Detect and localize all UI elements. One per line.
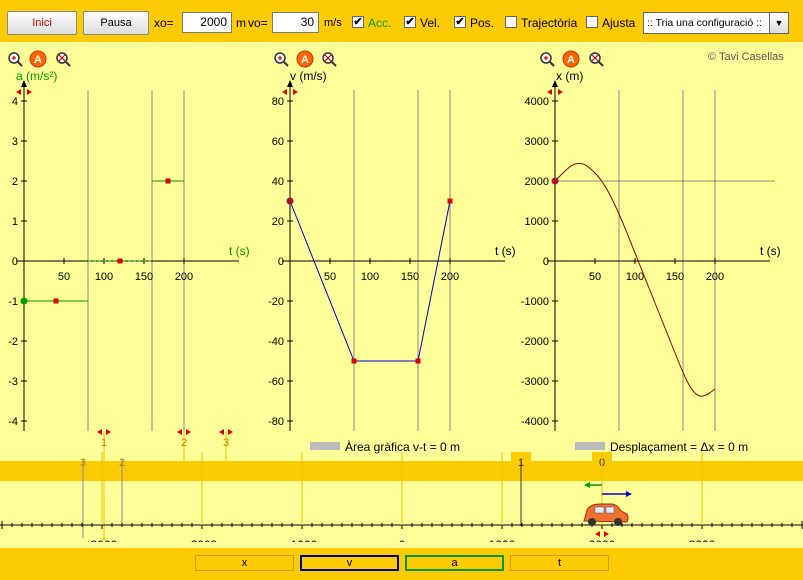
displacement-swatch (575, 442, 605, 450)
data-point (447, 198, 453, 204)
y-tick-label: 2000 (525, 176, 549, 188)
y-axis-label: a (m/s²) (16, 69, 57, 83)
v-button[interactable]: v (300, 555, 399, 571)
acceleration-arrow-icon (584, 482, 602, 488)
zoom-out-icon[interactable] (589, 52, 604, 67)
zoom-in-icon[interactable] (8, 52, 23, 67)
x-tick-label: 200 (441, 271, 459, 283)
y-tick-label: -2 (8, 336, 18, 348)
y-tick-label: -60 (268, 376, 284, 388)
y-tick-label: 80 (272, 96, 284, 108)
y-tick-label: 60 (272, 136, 284, 148)
y-tick-label: 1 (12, 216, 18, 228)
x-tick-label: 200 (706, 271, 724, 283)
data-point (117, 258, 123, 264)
y-tick-label: 0 (278, 256, 284, 268)
phase-marker-3: 3 (223, 437, 229, 449)
svg-text:A: A (34, 54, 42, 66)
data-point (415, 358, 421, 364)
y-tick-label: -3 (8, 376, 18, 388)
simulation-app: Inici Pausa xo= 2000 m vo= 30 m/s ✔ Acc.… (0, 0, 803, 580)
start-point (20, 297, 28, 305)
auto-scale-icon[interactable]: A (562, 50, 580, 68)
velocity-arrow-icon (602, 491, 632, 497)
auto-scale-icon[interactable]: A (296, 50, 314, 68)
track-tick-label: -2000 (187, 538, 218, 542)
x-axis-label: t (s) (229, 244, 250, 258)
x-button[interactable]: x (195, 555, 294, 571)
x-tick-label: 100 (361, 271, 379, 283)
x-tick-label: 50 (324, 271, 336, 283)
y-tick-label: -80 (268, 416, 284, 428)
track-tick-label: -1000 (287, 538, 318, 542)
y-tick-label: -20 (268, 296, 284, 308)
t-button[interactable]: t (510, 555, 609, 571)
a-button[interactable]: a (405, 555, 504, 571)
svg-text:A: A (301, 54, 309, 66)
bottom-bar (0, 548, 803, 580)
x-tick-label: 50 (58, 271, 70, 283)
phase-marker-2: 2 (181, 437, 187, 449)
y-tick-label: 3 (12, 136, 18, 148)
y-tick-label: -3000 (521, 376, 549, 388)
x-tick-label: 150 (666, 271, 684, 283)
y-tick-label: -1000 (521, 296, 549, 308)
track-tick-label: 1000 (489, 538, 516, 542)
zoom-out-icon[interactable] (322, 52, 337, 67)
zoom-in-icon[interactable] (540, 52, 555, 67)
y-tick-label: 4 (12, 96, 18, 108)
x-tick-label: 200 (175, 271, 193, 283)
y-tick-label: 4000 (525, 96, 549, 108)
y-tick-label: 3000 (525, 136, 549, 148)
y-axis-label: v (m/s) (290, 69, 327, 83)
y-tick-label: -4 (8, 416, 18, 428)
track-tick-label: 3000 (689, 538, 716, 542)
y-tick-label: 0 (543, 256, 549, 268)
data-point (165, 178, 171, 184)
track-tick-label: 2000 (589, 538, 616, 542)
y-axis-label: x (m) (556, 69, 583, 83)
data-point (53, 298, 59, 304)
auto-scale-icon[interactable]: A (29, 50, 47, 68)
velocity-graph[interactable]: 806040200-20-40-60-8050 100 150 200v (m/s)t… (268, 69, 516, 431)
y-tick-label: -2000 (521, 336, 549, 348)
x-tick-label: 100 (626, 271, 644, 283)
track-tick-label: -3000 (87, 538, 118, 542)
x-axis-label: t (s) (760, 244, 781, 258)
y-tick-label: 2 (12, 176, 18, 188)
car-icon[interactable] (583, 503, 629, 526)
start-point (551, 177, 559, 185)
y-tick-label: 40 (272, 176, 284, 188)
data-point (351, 358, 357, 364)
acceleration-graph[interactable]: 4 3 2 1 0 -1 -2 -3 -4 50 100 150 200 a (m/s²) t (s) (8, 69, 250, 431)
zoom-out-icon[interactable] (56, 52, 71, 67)
x-tick-label: 100 (95, 271, 113, 283)
area-swatch (310, 442, 340, 450)
y-tick-label: 0 (12, 256, 18, 268)
x-tick-label: 150 (135, 271, 153, 283)
y-tick-label: -40 (268, 336, 284, 348)
x-tick-label: 150 (401, 271, 419, 283)
y-tick-label: 1000 (525, 216, 549, 228)
x-axis-label: t (s) (495, 244, 516, 258)
track-canvas: 3 2 1 0 -3000-2000-10000100020003000 (0, 452, 803, 542)
y-tick-label: -4000 (521, 416, 549, 428)
track-tick-label: 0 (399, 538, 406, 542)
phase-marker-1: 1 (101, 437, 107, 449)
x-tick-label: 50 (589, 271, 601, 283)
svg-text:A: A (567, 54, 575, 66)
position-graph[interactable]: 4000 3000 2000 1000 0 -1000 -2000 -3000 -4000 50 1… (521, 69, 781, 431)
y-tick-label: -1 (8, 296, 18, 308)
y-tick-label: 20 (272, 216, 284, 228)
start-point (286, 197, 294, 205)
zoom-in-icon[interactable] (274, 52, 289, 67)
